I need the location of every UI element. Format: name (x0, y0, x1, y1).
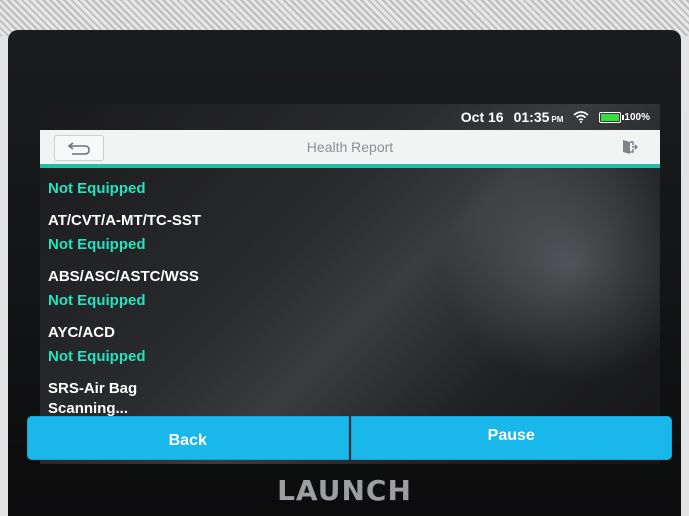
title-bar: Health Report (40, 130, 660, 168)
status-time: 01:35 (513, 109, 550, 125)
item-name: AYC/ACD (48, 324, 115, 341)
wifi-icon (573, 111, 589, 123)
item-name: AT/CVT/A-MT/TC-SST (48, 212, 202, 229)
list-item[interactable]: AYC/ACD Not Equipped (48, 324, 448, 368)
device-screen: Oct 16 01:35 PM 100% Health Report Not E… (40, 104, 660, 464)
item-status: Not Equipped (48, 292, 146, 309)
back-arrow-glyph (67, 142, 90, 155)
item-status: Not Equipped (48, 236, 146, 253)
list-item[interactable]: AT/CVT/A-MT/TC-SST Not Equipped (48, 212, 448, 256)
list-item[interactable]: SRS-Air Bag Scanning... (48, 380, 448, 420)
action-bar: Back Pause (27, 416, 672, 460)
list-item[interactable]: Not Equipped (48, 180, 448, 200)
exit-icon[interactable] (620, 138, 638, 156)
battery-percent: 100% (624, 111, 650, 123)
battery-icon (599, 111, 625, 123)
item-name: SRS-Air Bag (48, 380, 138, 397)
back-arrow-icon[interactable] (54, 135, 104, 161)
battery-fill (601, 113, 620, 121)
back-button[interactable]: Back (27, 416, 349, 460)
status-bar: Oct 16 01:35 PM 100% (40, 104, 660, 130)
screen-glare (440, 144, 660, 384)
page-title: Health Report (306, 139, 394, 155)
brand-logo: LAUNCH (277, 474, 412, 507)
status-ampm: PM (551, 115, 564, 124)
item-status: Not Equipped (48, 180, 146, 197)
item-name: ABS/ASC/ASTC/WSS (48, 268, 199, 285)
list-item[interactable]: ABS/ASC/ASTC/WSS Not Equipped (48, 268, 448, 312)
pause-button[interactable]: Pause (350, 416, 672, 460)
status-date: Oct 16 (460, 109, 504, 125)
item-status: Not Equipped (48, 348, 146, 365)
status-clock: 01:35 PM (514, 109, 564, 125)
battery-indicator: 100% (599, 111, 650, 123)
